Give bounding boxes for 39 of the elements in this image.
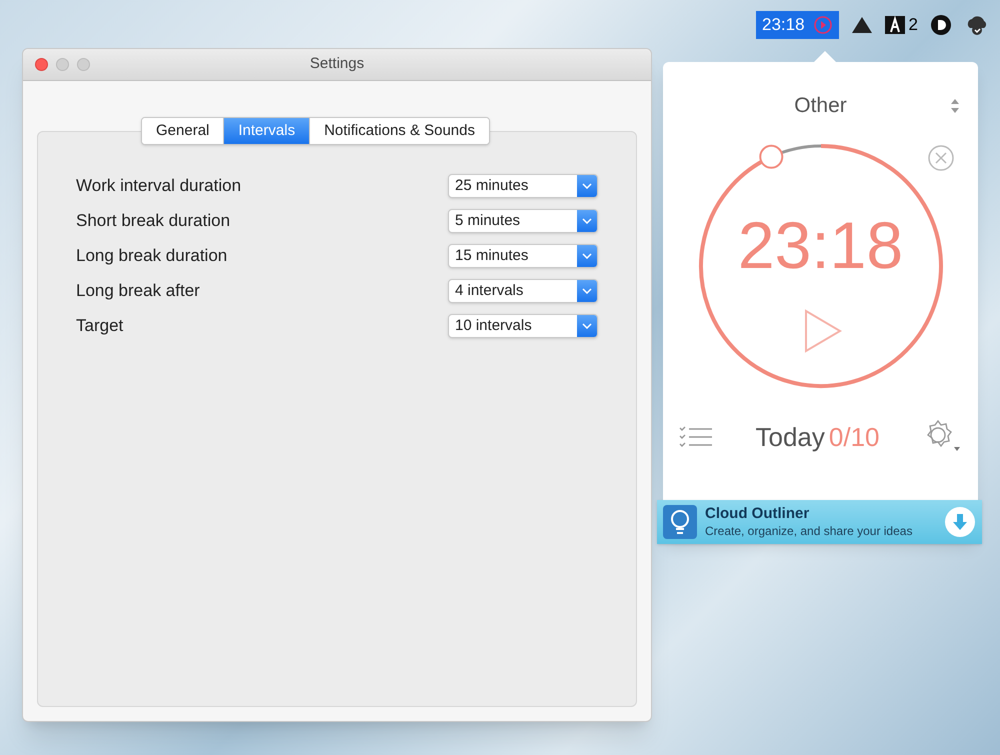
category-selector[interactable]: Other — [794, 90, 847, 122]
lightbulb-icon — [663, 505, 697, 539]
chevron-icon — [582, 288, 592, 294]
tab[interactable]: General — [142, 118, 224, 144]
ad-title: Cloud Outliner — [705, 505, 810, 524]
checklist-icon[interactable] — [679, 425, 713, 449]
chevron-icon — [582, 218, 592, 224]
today-count: 0/10 — [828, 420, 880, 454]
today-label: Today — [756, 420, 825, 454]
triangle-icon[interactable] — [850, 16, 873, 34]
adobe-menu-item[interactable]: 2 — [884, 12, 918, 38]
chevron-icon — [582, 323, 592, 329]
menu-bar-timer[interactable]: 23:18 — [756, 11, 839, 39]
close-icon[interactable] — [926, 144, 954, 172]
chevron-icon — [582, 253, 592, 259]
close-button[interactable] — [35, 58, 48, 71]
timer-display: 23:18 — [736, 212, 904, 278]
window-title: Settings — [308, 54, 366, 74]
dropdown[interactable]: 15 minutes — [448, 244, 598, 268]
dropdown[interactable]: 25 minutes — [448, 174, 598, 198]
dropdown[interactable]: 10 intervals — [448, 314, 598, 338]
setting-label: Long break after — [76, 280, 200, 302]
ad-subtitle: Create, organize, and share your ideas — [705, 524, 914, 539]
dropdown[interactable]: 4 intervals — [448, 279, 598, 303]
setting-label: Long break duration — [76, 245, 228, 268]
circle-logo-icon[interactable] — [930, 14, 952, 36]
dropdown[interactable]: 5 minutes — [448, 209, 598, 233]
download-icon[interactable] — [944, 506, 976, 538]
play-icon[interactable] — [802, 308, 842, 354]
setting-label: Target — [76, 315, 124, 338]
minimize-button[interactable] — [56, 58, 69, 71]
up-down-arrows-icon — [950, 98, 960, 114]
tab[interactable]: Notifications & Sounds — [310, 118, 489, 144]
setting-label: Short break duration — [76, 210, 230, 232]
ad-banner[interactable]: Cloud Outliner Create, organize, and share your ideas — [657, 500, 982, 544]
zoom-button[interactable] — [77, 58, 90, 71]
chevron-icon — [582, 183, 592, 189]
setting-label: Work interval duration — [76, 175, 242, 198]
timer-icon — [812, 15, 833, 35]
